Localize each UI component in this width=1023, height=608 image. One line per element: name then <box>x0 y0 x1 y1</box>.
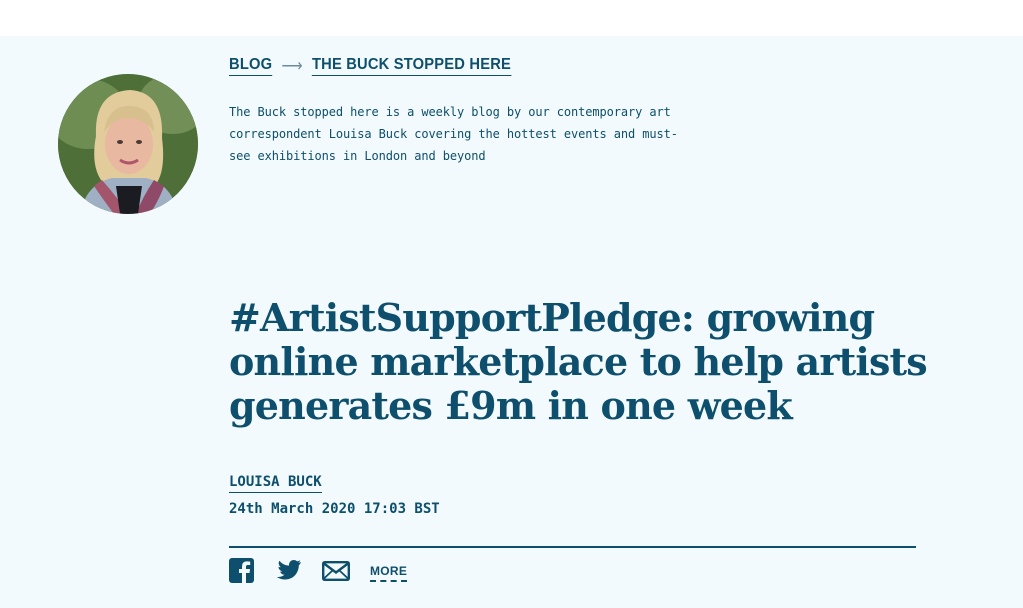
author-link[interactable]: LOUISA BUCK <box>229 474 322 493</box>
divider <box>229 546 916 548</box>
column-description: The Buck stopped here is a weekly blog b… <box>229 105 678 163</box>
breadcrumb-column-link[interactable]: THE BUCK STOPPED HERE <box>311 56 512 76</box>
twitter-icon[interactable] <box>274 559 302 588</box>
author-avatar <box>58 74 198 214</box>
breadcrumb-arrow-icon: ⟶ <box>281 58 303 75</box>
top-bar <box>0 0 1023 36</box>
facebook-icon[interactable] <box>229 558 254 588</box>
more-share-button[interactable]: MORE <box>370 564 408 582</box>
publish-date: 24th March 2020 17:03 BST <box>229 501 440 517</box>
breadcrumb-blog-link[interactable]: BLOG <box>229 56 273 76</box>
breadcrumb: BLOG ⟶ THE BUCK STOPPED HERE <box>229 56 512 76</box>
article-title: #ArtistSupportPledge: growing online mar… <box>229 295 928 428</box>
share-bar: MORE <box>229 558 408 588</box>
mail-icon[interactable] <box>322 560 351 586</box>
